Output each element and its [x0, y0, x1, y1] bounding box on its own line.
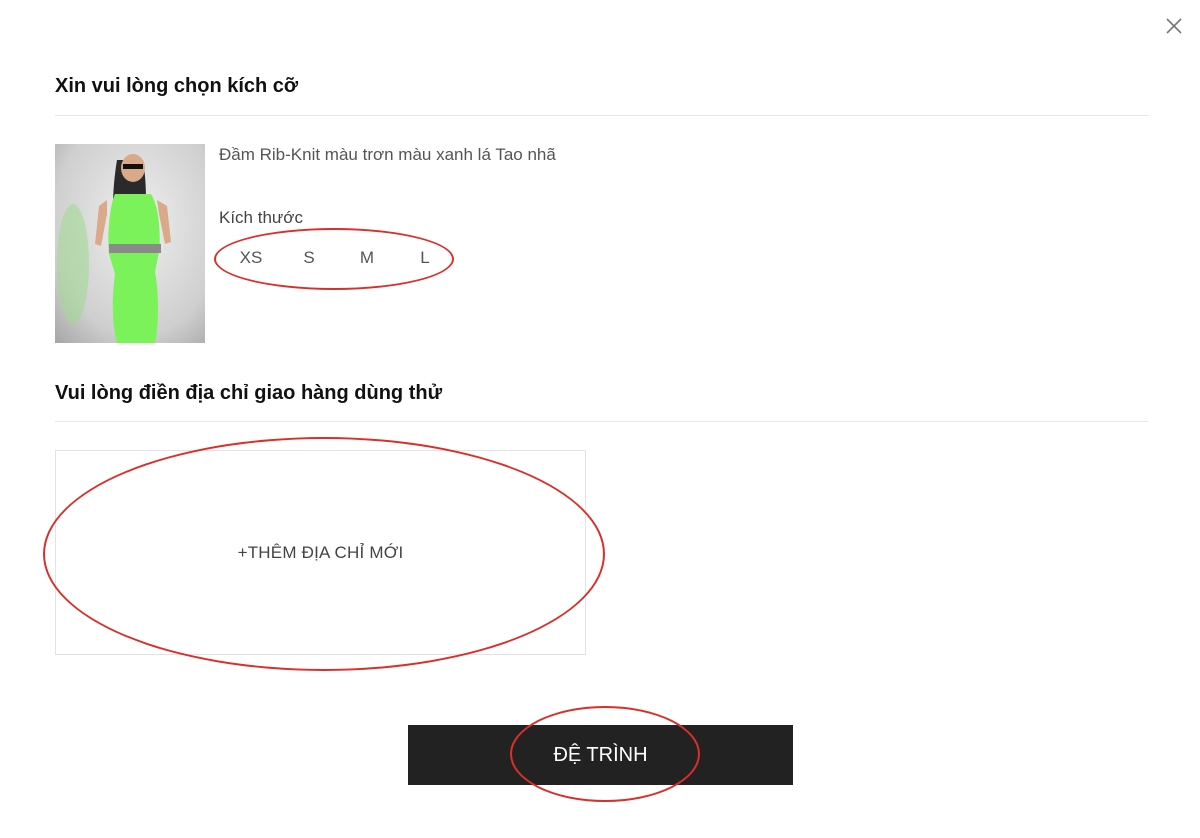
size-option-l[interactable]: L — [396, 244, 454, 272]
size-option-xs[interactable]: XS — [222, 244, 280, 272]
close-icon[interactable] — [1162, 14, 1186, 38]
submit-button[interactable]: ĐỆ TRÌNH — [408, 725, 793, 785]
add-address-label: +THÊM ĐỊA CHỈ MỚI — [237, 542, 404, 562]
address-section-title: Vui lòng điền địa chỉ giao hàng dùng thử — [55, 382, 443, 404]
size-option-s[interactable]: S — [280, 244, 338, 272]
size-section-title: Xin vui lòng chọn kích cỡ — [55, 75, 299, 97]
divider — [55, 115, 1148, 116]
product-image — [55, 144, 205, 343]
size-option-m[interactable]: M — [338, 244, 396, 272]
size-address-dialog: Xin vui lòng chọn kích cỡ Đầm Rib-Knit m… — [0, 0, 1200, 838]
size-options: XS S M L — [222, 244, 454, 272]
add-address-button[interactable]: +THÊM ĐỊA CHỈ MỚI — [55, 450, 586, 655]
divider — [55, 421, 1148, 422]
size-label: Kích thước — [219, 208, 303, 227]
product-name: Đầm Rib-Knit màu trơn màu xanh lá Tao nh… — [219, 145, 556, 164]
